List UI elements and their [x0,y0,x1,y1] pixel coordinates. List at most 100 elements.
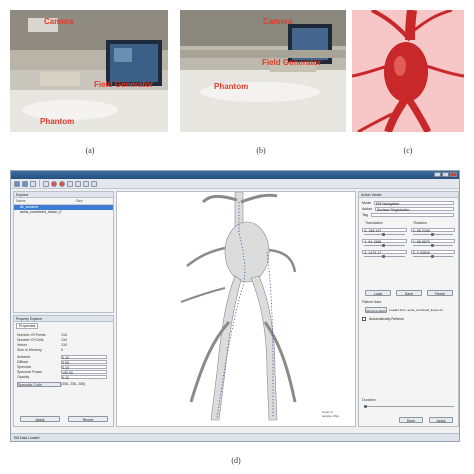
close-icon[interactable] [450,172,457,177]
figure-page: Camera Field Generator Phantom (a) Camer… [0,0,474,474]
specular-color-button[interactable]: Specular Color [17,382,61,387]
ty-slider[interactable] [364,244,405,247]
opacity-field[interactable]: 0.10 [61,375,107,380]
tab-properties[interactable]: Properties [16,323,39,329]
retrieve-mesh-button[interactable]: Retrieve Mesh [365,307,387,313]
ambient-field[interactable]: 0.10 [61,355,107,360]
toolbar-divider [39,180,40,187]
tag-label: Tag [362,213,368,217]
tx-spinbox[interactable]: X: 185.197 [362,227,407,233]
window-controls [434,172,457,177]
new-file-icon[interactable] [14,180,20,187]
property-panel: Property Explorer Properties Number Of P… [13,315,114,427]
diffuse-field[interactable]: 0.90 [61,360,107,365]
done-button[interactable]: Done [399,417,423,423]
save-button[interactable]: Save [396,290,422,296]
apply-action-button[interactable]: Apply [429,417,453,423]
minimize-icon[interactable] [434,172,441,177]
tx-slider[interactable] [364,233,405,236]
3d-viewport[interactable]: Count:0 sample: 0fps [116,191,356,427]
prop-row: Specular Color (255, 255, 255) [14,382,113,387]
action-title: Action Viewer [359,192,458,198]
slider-knob[interactable] [364,405,367,408]
ty-spinbox[interactable]: Y: 94.1588 [362,238,407,244]
slider-knob[interactable] [382,244,386,247]
load-button[interactable]: Load [365,290,391,296]
maximize-icon[interactable] [442,172,449,177]
reset-button[interactable]: Reset [427,290,453,296]
specular-power-field[interactable]: 100.00 [61,370,107,375]
pointer-icon[interactable] [43,180,49,187]
action-select[interactable]: Surface Registration [375,207,454,212]
loaded-from-text: Loaded from: aorta_combined_fusion.stl [389,308,443,312]
ry-spinbox[interactable]: Y: 88.8679 [410,238,455,244]
record-icon[interactable] [51,180,57,187]
auto-refresh-checkbox[interactable] [362,317,366,321]
camera-icon[interactable] [75,180,81,187]
photo-b-image [180,10,346,132]
caption-b: (b) [256,146,266,155]
tz-spinbox[interactable]: Z: 1470.17 [362,249,407,255]
specular-field[interactable]: 0.10 [61,365,107,370]
auto-refresh-label: Automatically Refresh [369,317,404,321]
target-icon[interactable] [59,180,65,187]
rz-slider[interactable] [412,255,454,258]
zoom-icon[interactable] [91,180,97,187]
photo-a-camera-label: Camera [44,17,74,26]
caption-d: (d) [231,456,241,465]
action-label: Action [362,207,372,211]
duration-heading: Duration [362,398,376,402]
rx-spinbox[interactable]: X: 85.2266 [410,227,455,233]
slider-knob[interactable] [430,244,434,247]
duration-slider[interactable] [364,405,454,408]
rx-slider[interactable] [412,233,454,236]
open-file-icon[interactable] [22,180,28,187]
status-bar: EM Data Loaded [11,433,459,441]
slider-knob[interactable] [430,255,434,258]
slider-knob[interactable] [382,255,386,258]
rotation-z: Z: 0.33828 [410,249,455,255]
tag-row: Tag [359,212,458,218]
grid-icon[interactable] [67,180,73,187]
save-icon[interactable] [30,180,36,187]
explorer-panel: Explorer Name Size lib_isolated aorta_co… [13,191,114,313]
rz-spinbox[interactable]: Z: 0.33828 [410,249,455,255]
translation-z: Z: 1470.17 [362,249,407,255]
explorer-col-size: Size [75,199,83,203]
ry-slider[interactable] [412,244,454,247]
mode-select[interactable]: EM Navigation [374,201,454,206]
app-window: Explorer Name Size lib_isolated aorta_co… [10,170,460,442]
rotation-x: X: 85.2266 [410,227,455,233]
photo-a-image [10,10,168,132]
photo-b-camera-label: Camera [263,17,293,26]
photo-b [180,10,346,132]
prop-key: Size in Memory [17,348,42,352]
tag-input[interactable] [370,213,454,217]
settings-icon[interactable] [83,180,89,187]
explorer-header: Name Size [14,198,113,205]
caption-c: (c) [403,146,413,155]
prop-row: Size in Memory 0 [14,348,113,353]
photo-a-field-label: Field Generator [94,80,154,89]
explorer-col-name: Name [16,199,26,203]
auto-refresh-row: Automatically Refresh [359,316,404,322]
tree-item[interactable]: aorta_combined_fusion_0 [14,210,113,215]
action-panel: Action Viewer Mode EM Navigation Action … [358,191,459,427]
slider-knob[interactable] [430,233,434,236]
apply-button[interactable]: Apply [20,416,60,422]
photo-a-phantom-label: Phantom [40,117,75,126]
rotation-y: Y: 88.8679 [410,238,455,244]
revert-button[interactable]: Revert [68,416,108,422]
specular-color-value: (255, 255, 255) [61,382,86,386]
prop-key: Opacity [17,375,30,379]
slider-knob[interactable] [382,233,386,236]
patient-data-heading: Patient data [362,300,382,304]
tz-slider[interactable] [364,255,405,258]
photo-b-phantom-label: Phantom [214,82,249,91]
viewport-stats: Count:0 sample: 0fps [322,410,339,418]
viewport-stats-line: sample: 0fps [321,414,339,418]
caption-a: (a) [85,146,95,155]
mode-label: Mode [362,201,371,205]
translation-x: X: 185.197 [362,227,407,233]
photo-b-field-label: Field Generator [262,58,322,67]
